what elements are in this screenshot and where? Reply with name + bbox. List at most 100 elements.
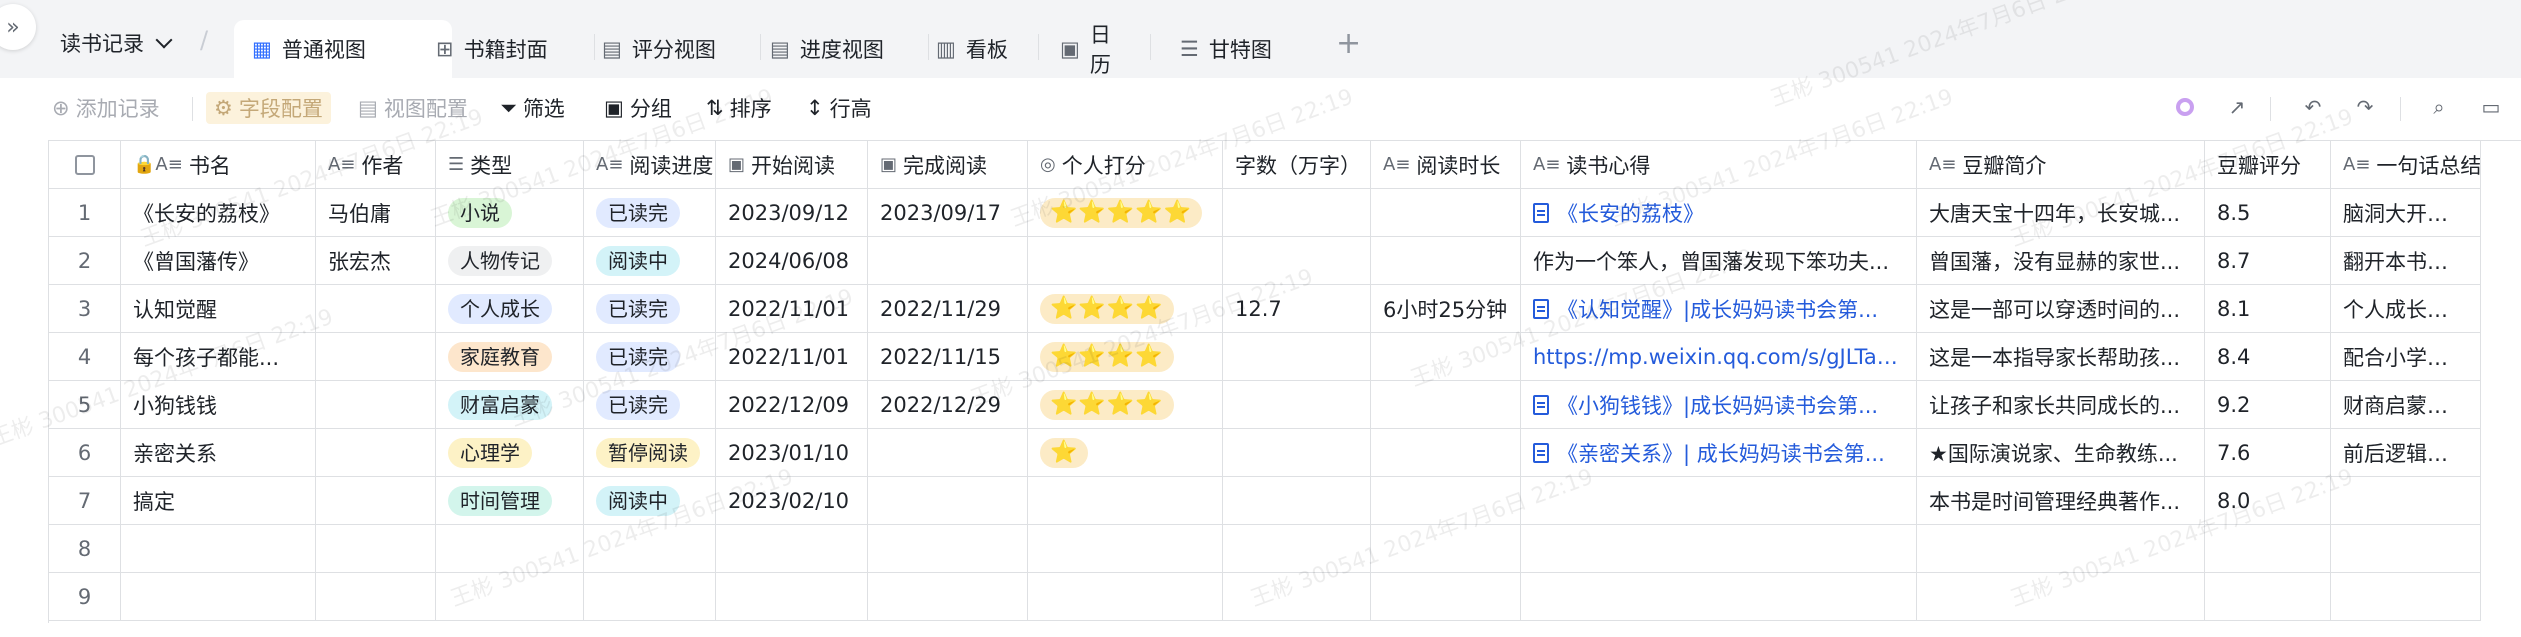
column-header[interactable]: ▣ 开始阅读	[716, 141, 868, 189]
rating-cell[interactable]: ⭐⭐⭐⭐	[1028, 381, 1223, 429]
start-date-cell[interactable]: 2022/11/01	[716, 285, 868, 333]
end-date-cell[interactable]	[868, 237, 1028, 285]
progress-cell[interactable]: 阅读中	[584, 237, 716, 285]
rating-cell[interactable]: ⭐	[1028, 429, 1223, 477]
duration-cell[interactable]	[1371, 573, 1521, 621]
table-row[interactable]: 8	[49, 525, 2481, 573]
title-cell[interactable]: 《曾国藩传》	[121, 237, 316, 285]
douban-score-cell[interactable]: 7.6	[2205, 429, 2331, 477]
row-number[interactable]: 1	[49, 189, 121, 237]
word-count-cell[interactable]	[1223, 381, 1371, 429]
view-config-button[interactable]: ▤ 视图配置	[358, 92, 468, 124]
douban-intro-cell[interactable]: 让孩子和家长共同成长的...	[1917, 381, 2205, 429]
summary-cell[interactable]	[2331, 477, 2481, 525]
word-count-cell[interactable]: 12.7	[1223, 285, 1371, 333]
rating-cell[interactable]	[1028, 525, 1223, 573]
notes-link[interactable]: 《认知觉醒》|成长妈妈读书会第...	[1533, 294, 1878, 324]
add-view-button[interactable]: +	[1336, 26, 1361, 61]
share-icon[interactable]: ↗	[2224, 94, 2250, 120]
douban-score-cell[interactable]	[2205, 573, 2331, 621]
group-button[interactable]: ▣ 分组	[604, 92, 672, 124]
end-date-cell[interactable]: 2022/11/15	[868, 333, 1028, 381]
type-cell[interactable]	[436, 525, 584, 573]
row-number[interactable]: 5	[49, 381, 121, 429]
type-cell[interactable]: 家庭教育	[436, 333, 584, 381]
start-date-cell[interactable]: 2023/09/12	[716, 189, 868, 237]
duration-cell[interactable]	[1371, 237, 1521, 285]
word-count-cell[interactable]	[1223, 189, 1371, 237]
title-cell[interactable]	[121, 525, 316, 573]
row-number[interactable]: 4	[49, 333, 121, 381]
summary-cell[interactable]: 脑洞大开的马伯庸以	[2331, 189, 2481, 237]
word-count-cell[interactable]	[1223, 477, 1371, 525]
row-number[interactable]: 3	[49, 285, 121, 333]
type-cell[interactable]: 小说	[436, 189, 584, 237]
rating-cell[interactable]	[1028, 477, 1223, 525]
type-cell[interactable]: 人物传记	[436, 237, 584, 285]
rating-cell[interactable]: ⭐⭐⭐⭐	[1028, 285, 1223, 333]
table-row[interactable]: 3 认知觉醒 个人成长 已读完 2022/11/01 2022/11/29 ⭐⭐⭐⭐ 12.7…	[49, 285, 2481, 333]
douban-score-cell[interactable]: 8.0	[2205, 477, 2331, 525]
column-header[interactable]: ▣ 完成阅读	[868, 141, 1028, 189]
notes-cell[interactable]	[1521, 525, 1917, 573]
author-cell[interactable]	[316, 573, 436, 621]
notes-cell[interactable]: 《认知觉醒》|成长妈妈读书会第...	[1521, 285, 1917, 333]
summary-cell[interactable]	[2331, 525, 2481, 573]
duration-cell[interactable]	[1371, 429, 1521, 477]
start-date-cell[interactable]: 2023/01/10	[716, 429, 868, 477]
douban-score-cell[interactable]: 8.5	[2205, 189, 2331, 237]
duration-cell[interactable]	[1371, 333, 1521, 381]
rating-cell[interactable]	[1028, 237, 1223, 285]
summary-cell[interactable]: 财商启蒙，适合亲子	[2331, 381, 2481, 429]
douban-intro-cell[interactable]: 这是一部可以穿透时间的...	[1917, 285, 2205, 333]
rating-cell[interactable]: ⭐⭐⭐⭐	[1028, 333, 1223, 381]
author-cell[interactable]	[316, 477, 436, 525]
summary-cell[interactable]	[2331, 573, 2481, 621]
filter-button[interactable]: ⏷ 筛选	[500, 92, 565, 124]
progress-cell[interactable]: 已读完	[584, 381, 716, 429]
notes-cell[interactable]: 《亲密关系》| 成长妈妈读书会第...	[1521, 429, 1917, 477]
author-cell[interactable]	[316, 381, 436, 429]
author-cell[interactable]: 马伯庸	[316, 189, 436, 237]
column-header[interactable]: A≡ 作者	[316, 141, 436, 189]
douban-intro-cell[interactable]: 大唐天宝十四年，长安城...	[1917, 189, 2205, 237]
start-date-cell[interactable]	[716, 525, 868, 573]
end-date-cell[interactable]	[868, 477, 1028, 525]
douban-score-cell[interactable]: 9.2	[2205, 381, 2331, 429]
ai-assistant-icon[interactable]	[2172, 94, 2198, 120]
table-row[interactable]: 2 《曾国藩传》 张宏杰 人物传记 阅读中 2024/06/08 作为一个笨人，曾国藩发现下…	[49, 237, 2481, 285]
douban-intro-cell[interactable]: 本书是时间管理经典著作...	[1917, 477, 2205, 525]
duration-cell[interactable]	[1371, 381, 1521, 429]
progress-cell[interactable]: 已读完	[584, 189, 716, 237]
tab-4[interactable]: ▥ 看板	[918, 20, 1036, 78]
title-cell[interactable]: 小狗钱钱	[121, 381, 316, 429]
end-date-cell[interactable]	[868, 573, 1028, 621]
column-header[interactable]: ◎ 个人打分	[1028, 141, 1223, 189]
duration-cell[interactable]	[1371, 525, 1521, 573]
author-cell[interactable]: 张宏杰	[316, 237, 436, 285]
table-row[interactable]: 9	[49, 573, 2481, 621]
expand-sidebar-button[interactable]: »	[0, 4, 36, 50]
tab-1[interactable]: ⊞ 书籍封面	[418, 20, 592, 78]
end-date-cell[interactable]: 2022/11/29	[868, 285, 1028, 333]
start-date-cell[interactable]	[716, 573, 868, 621]
start-date-cell[interactable]: 2022/12/09	[716, 381, 868, 429]
row-number[interactable]: 8	[49, 525, 121, 573]
column-header[interactable]: 豆瓣评分	[2205, 141, 2331, 189]
tab-2[interactable]: ▤ 评分视图	[584, 20, 758, 78]
douban-score-cell[interactable]: 8.1	[2205, 285, 2331, 333]
progress-cell[interactable]: 暂停阅读	[584, 429, 716, 477]
end-date-cell[interactable]	[868, 429, 1028, 477]
progress-cell[interactable]	[584, 573, 716, 621]
progress-cell[interactable]	[584, 525, 716, 573]
rating-cell[interactable]: ⭐⭐⭐⭐⭐	[1028, 189, 1223, 237]
tab-6[interactable]: ☰ 甘特图	[1162, 20, 1298, 78]
title-cell[interactable]: 搞定	[121, 477, 316, 525]
notes-cell[interactable]: https://mp.weixin.qq.com/s/gJLTahR6...	[1521, 333, 1917, 381]
column-header[interactable]: 字数（万字）	[1223, 141, 1371, 189]
douban-intro-cell[interactable]	[1917, 525, 2205, 573]
start-date-cell[interactable]: 2024/06/08	[716, 237, 868, 285]
redo-icon[interactable]: ↷	[2352, 94, 2378, 120]
tab-5[interactable]: ▣ 日历	[1042, 20, 1148, 78]
author-cell[interactable]	[316, 333, 436, 381]
